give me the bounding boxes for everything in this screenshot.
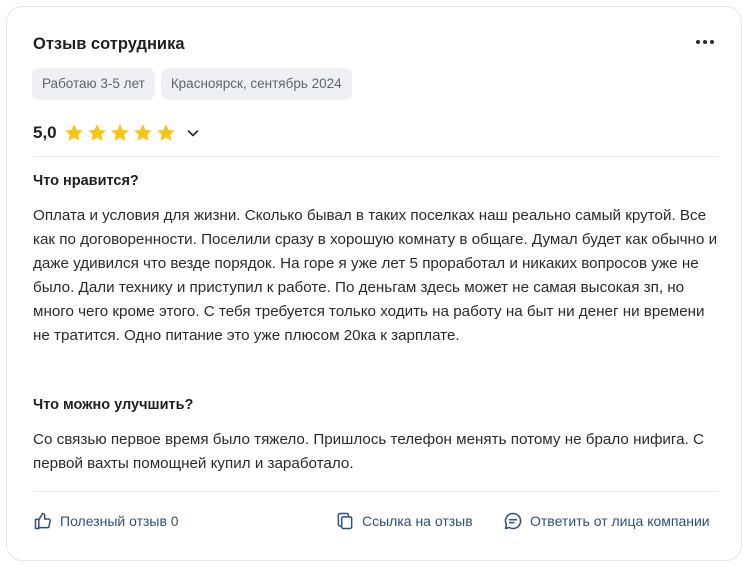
star-icon — [110, 124, 129, 141]
star-icon — [156, 124, 175, 141]
chevron-down-icon[interactable] — [186, 126, 200, 140]
star-icon — [64, 124, 83, 141]
review-title: Отзыв сотрудника — [33, 35, 185, 53]
divider — [33, 491, 718, 492]
thumbs-up-icon — [34, 512, 51, 530]
copy-link-label: Ссылка на отзыв — [362, 513, 473, 529]
chat-bubble-icon — [504, 512, 522, 530]
divider — [33, 156, 718, 157]
copy-link-button[interactable]: Ссылка на отзыв — [335, 507, 473, 535]
reply-label: Ответить от лица компании — [530, 513, 710, 529]
improve-heading: Что можно улучшить? — [33, 397, 194, 413]
review-tags: Работаю 3-5 лет Красноярск, сентябрь 202… — [32, 68, 352, 100]
star-icon — [133, 124, 152, 141]
tag-experience: Работаю 3-5 лет — [32, 68, 155, 100]
tag-location-date: Красноярск, сентябрь 2024 — [160, 68, 352, 100]
copy-link-icon — [337, 512, 353, 530]
likes-text: Оплата и условия для жизни. Сколько быва… — [33, 207, 718, 344]
star-icon — [87, 124, 106, 141]
more-dots-icon[interactable] — [693, 31, 717, 53]
review-card: Отзыв сотрудника Работаю 3-5 лет Красноя… — [6, 6, 742, 561]
helpful-button[interactable]: Полезный отзыв 0 — [33, 507, 179, 535]
rating-stars — [63, 122, 177, 144]
review-actions: Полезный отзыв 0 Ссылка на отзыв Ответит… — [33, 507, 723, 535]
likes-heading: Что нравится? — [33, 173, 139, 189]
helpful-label: Полезный отзыв 0 — [60, 513, 179, 529]
rating-value: 5,0 — [33, 123, 57, 142]
improve-text: Со связью первое время было тяжело. Приш… — [33, 431, 704, 472]
reply-button[interactable]: Ответить от лица компании — [503, 507, 710, 535]
rating: 5,0 — [33, 122, 200, 144]
